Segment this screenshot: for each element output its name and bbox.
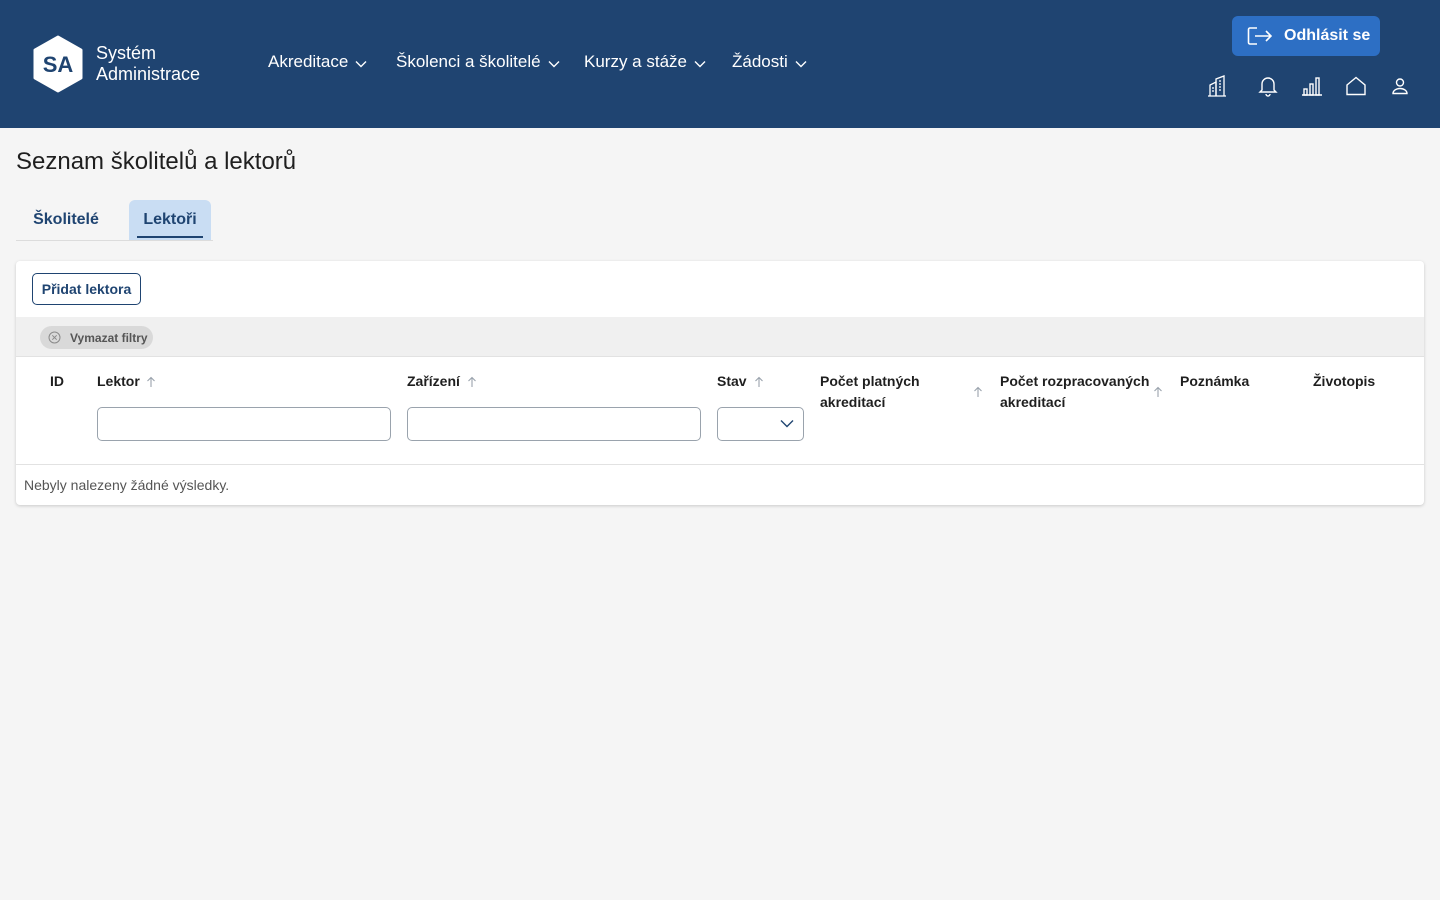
tab-lektori[interactable]: Lektoři [129,200,211,240]
nav-item-label: Akreditace [268,52,349,71]
home-icon[interactable] [1344,74,1368,98]
nav-item-akreditace[interactable]: Akreditace [268,52,367,72]
nav-item-label: Žádosti [732,52,788,71]
app-name-line2: Administrace [96,64,201,84]
nav-item-zadosti[interactable]: Žádosti [732,52,807,72]
logo-icon[interactable]: SA [32,35,84,93]
chevron-down-icon [548,60,560,67]
user-icon[interactable] [1388,74,1412,98]
sort-arrow-icon[interactable] [1153,386,1163,398]
column-header-poznamka: Poznámka [1180,373,1250,389]
top-header: SA Systém Administrace Akreditace Školen… [0,0,1440,128]
column-header-zarizeni[interactable]: Zařízení [407,371,460,392]
tab-active-indicator [137,236,203,238]
tab-label: Lektoři [143,211,197,228]
chevron-down-icon [780,420,794,428]
sort-arrow-icon[interactable] [754,376,764,388]
empty-results-message: Nebyly nalezeny žádné výsledky. [24,477,230,493]
close-circle-icon [48,331,61,344]
sort-arrow-icon[interactable] [146,376,156,388]
nav-item-kurzy[interactable]: Kurzy a stáže [584,52,706,72]
column-header-zivotopis: Životopis [1313,373,1376,389]
table-header: ID Lektor Zařízení Stav Počet platných a… [16,357,1424,465]
column-header-lektor[interactable]: Lektor [97,371,140,392]
nav-item-label: Školenci a školitelé [396,52,541,71]
filter-bar: Vymazat filtry [16,317,1424,357]
column-header-id: ID [50,373,64,389]
logout-icon [1247,27,1273,45]
app-name[interactable]: Systém Administrace [96,43,200,85]
bar-chart-icon[interactable] [1300,74,1324,98]
building-icon[interactable] [1205,74,1229,98]
column-header-stav[interactable]: Stav [717,371,747,392]
logout-label: Odhlásit se [1284,27,1371,44]
tabs: Školitelé Lektoři [16,200,213,241]
logout-button[interactable]: Odhlásit se [1232,16,1380,56]
column-header-pocet-rozpracovanych[interactable]: Počet rozpracovaných akreditací [1000,371,1149,413]
lecturers-table-card: Přidat lektora Vymazat filtry ID Lektor … [16,261,1424,505]
tab-label: Školitelé [33,211,99,228]
chevron-down-icon [355,60,367,67]
tab-skolitele[interactable]: Školitelé [18,200,114,240]
chevron-down-icon [694,60,706,67]
nav-item-skolenci[interactable]: Školenci a školitelé [396,52,560,72]
page-title: Seznam školitelů a lektorů [16,148,297,175]
add-lecturer-button[interactable]: Přidat lektora [32,273,141,305]
clear-filters-button[interactable]: Vymazat filtry [40,326,153,349]
nav-item-label: Kurzy a stáže [584,52,687,71]
stav-filter-select[interactable] [717,407,804,441]
bell-icon[interactable] [1256,74,1280,98]
zarizeni-filter-input[interactable] [407,407,701,441]
lektor-filter-input[interactable] [97,407,391,441]
logo-initials: SA [43,52,74,77]
sort-arrow-icon[interactable] [467,376,477,388]
column-header-pocet-platnych[interactable]: Počet platných akreditací [820,371,920,413]
clear-filters-label: Vymazat filtry [70,330,148,345]
app-name-line1: Systém [96,43,157,63]
sort-arrow-icon[interactable] [973,386,983,398]
chevron-down-icon [795,60,807,67]
